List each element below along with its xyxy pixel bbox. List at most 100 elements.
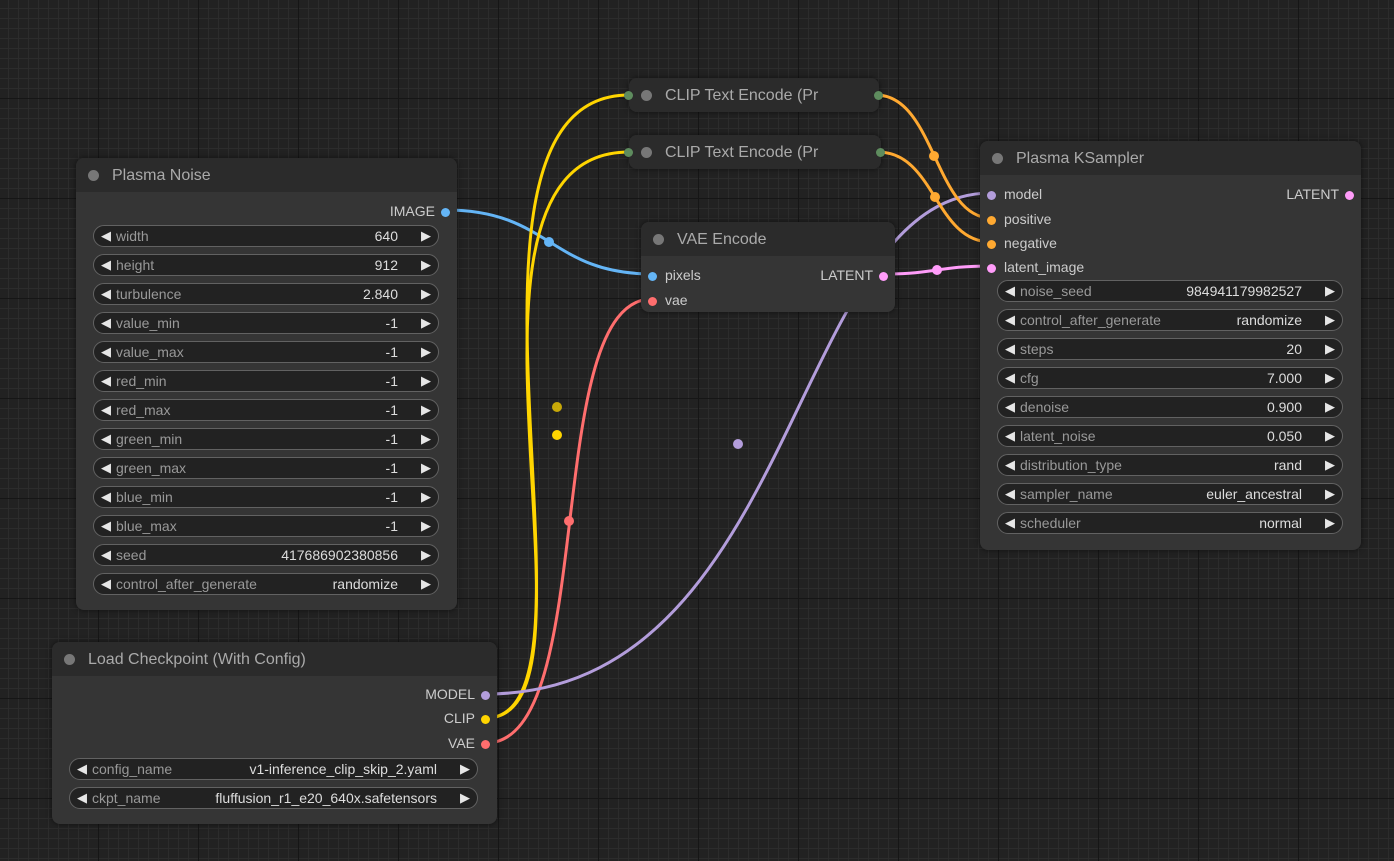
widget-noise-seed[interactable]: ◀ noise_seed 984941179982527 ▶ xyxy=(997,280,1343,302)
widget-width[interactable]: ◀ width 640 ▶ xyxy=(93,225,439,247)
decrement-arrow-icon[interactable]: ◀ xyxy=(101,316,111,330)
decrement-arrow-icon[interactable]: ◀ xyxy=(1005,458,1015,472)
collapse-toggle[interactable] xyxy=(64,654,75,665)
widget-control-after-generate[interactable]: ◀ control_after_generate randomize ▶ xyxy=(93,573,439,595)
widget-blue-min[interactable]: ◀ blue_min -1 ▶ xyxy=(93,486,439,508)
decrement-arrow-icon[interactable]: ◀ xyxy=(101,519,111,533)
collapse-toggle[interactable] xyxy=(641,90,652,101)
widget-green-min[interactable]: ◀ green_min -1 ▶ xyxy=(93,428,439,450)
decrement-arrow-icon[interactable]: ◀ xyxy=(1005,429,1015,443)
input-slot-latent-image[interactable]: latent_image xyxy=(987,259,1084,275)
slot-dot[interactable] xyxy=(987,216,996,225)
decrement-arrow-icon[interactable]: ◀ xyxy=(1005,284,1015,298)
collapse-toggle[interactable] xyxy=(88,170,99,181)
increment-arrow-icon[interactable]: ▶ xyxy=(1325,429,1335,443)
increment-arrow-icon[interactable]: ▶ xyxy=(421,490,431,504)
decrement-arrow-icon[interactable]: ◀ xyxy=(1005,400,1015,414)
increment-arrow-icon[interactable]: ▶ xyxy=(1325,342,1335,356)
decrement-arrow-icon[interactable]: ◀ xyxy=(101,577,111,591)
widget-cfg[interactable]: ◀ cfg 7.000 ▶ xyxy=(997,367,1343,389)
node-title-bar[interactable]: Plasma KSampler xyxy=(980,141,1361,175)
node-title-bar[interactable]: VAE Encode xyxy=(641,222,895,256)
increment-arrow-icon[interactable]: ▶ xyxy=(421,548,431,562)
output-slot-vae[interactable]: VAE xyxy=(448,735,490,751)
node-title-bar[interactable]: Load Checkpoint (With Config) xyxy=(52,642,497,676)
decrement-arrow-icon[interactable]: ◀ xyxy=(77,762,87,776)
slot-dot[interactable] xyxy=(1345,191,1354,200)
increment-arrow-icon[interactable]: ▶ xyxy=(421,461,431,475)
decrement-arrow-icon[interactable]: ◀ xyxy=(101,258,111,272)
widget-steps[interactable]: ◀ steps 20 ▶ xyxy=(997,338,1343,360)
decrement-arrow-icon[interactable]: ◀ xyxy=(1005,313,1015,327)
decrement-arrow-icon[interactable]: ◀ xyxy=(101,287,111,301)
widget-red-min[interactable]: ◀ red_min -1 ▶ xyxy=(93,370,439,392)
node-plasma-ksampler[interactable]: Plasma KSampler model positive negative … xyxy=(980,141,1361,550)
node-title-bar[interactable]: CLIP Text Encode (Pr xyxy=(629,78,879,112)
decrement-arrow-icon[interactable]: ◀ xyxy=(101,229,111,243)
collapse-toggle[interactable] xyxy=(641,147,652,158)
node-title-bar[interactable]: CLIP Text Encode (Pr xyxy=(629,135,881,169)
input-dot-clip[interactable] xyxy=(624,91,633,100)
increment-arrow-icon[interactable]: ▶ xyxy=(460,791,470,805)
node-title-bar[interactable]: Plasma Noise xyxy=(76,158,457,192)
increment-arrow-icon[interactable]: ▶ xyxy=(421,432,431,446)
input-slot-pixels[interactable]: pixels xyxy=(648,267,701,283)
increment-arrow-icon[interactable]: ▶ xyxy=(1325,313,1335,327)
slot-dot[interactable] xyxy=(879,272,888,281)
widget-value-max[interactable]: ◀ value_max -1 ▶ xyxy=(93,341,439,363)
decrement-arrow-icon[interactable]: ◀ xyxy=(1005,371,1015,385)
widget-blue-max[interactable]: ◀ blue_max -1 ▶ xyxy=(93,515,439,537)
output-slot-latent[interactable]: LATENT xyxy=(820,267,888,283)
increment-arrow-icon[interactable]: ▶ xyxy=(1325,458,1335,472)
increment-arrow-icon[interactable]: ▶ xyxy=(1325,371,1335,385)
input-dot-clip[interactable] xyxy=(624,148,633,157)
decrement-arrow-icon[interactable]: ◀ xyxy=(77,791,87,805)
input-slot-positive[interactable]: positive xyxy=(987,211,1051,227)
increment-arrow-icon[interactable]: ▶ xyxy=(460,762,470,776)
increment-arrow-icon[interactable]: ▶ xyxy=(421,316,431,330)
increment-arrow-icon[interactable]: ▶ xyxy=(1325,516,1335,530)
increment-arrow-icon[interactable]: ▶ xyxy=(421,287,431,301)
slot-dot[interactable] xyxy=(481,740,490,749)
increment-arrow-icon[interactable]: ▶ xyxy=(1325,400,1335,414)
increment-arrow-icon[interactable]: ▶ xyxy=(421,345,431,359)
widget-turbulence[interactable]: ◀ turbulence 2.840 ▶ xyxy=(93,283,439,305)
increment-arrow-icon[interactable]: ▶ xyxy=(1325,284,1335,298)
increment-arrow-icon[interactable]: ▶ xyxy=(421,258,431,272)
decrement-arrow-icon[interactable]: ◀ xyxy=(101,548,111,562)
decrement-arrow-icon[interactable]: ◀ xyxy=(1005,516,1015,530)
slot-dot[interactable] xyxy=(481,715,490,724)
decrement-arrow-icon[interactable]: ◀ xyxy=(101,432,111,446)
decrement-arrow-icon[interactable]: ◀ xyxy=(1005,342,1015,356)
node-clip-text-encode-2[interactable]: CLIP Text Encode (Pr xyxy=(624,135,885,169)
slot-dot[interactable] xyxy=(441,208,450,217)
collapse-toggle[interactable] xyxy=(653,234,664,245)
widget-config-name[interactable]: ◀ config_name v1-inference_clip_skip_2.yam… xyxy=(69,758,478,780)
node-load-checkpoint[interactable]: Load Checkpoint (With Config) MODEL CLIP… xyxy=(52,642,497,824)
increment-arrow-icon[interactable]: ▶ xyxy=(421,374,431,388)
decrement-arrow-icon[interactable]: ◀ xyxy=(101,345,111,359)
widget-control-after-generate[interactable]: ◀ control_after_generate randomize ▶ xyxy=(997,309,1343,331)
increment-arrow-icon[interactable]: ▶ xyxy=(421,519,431,533)
slot-dot[interactable] xyxy=(987,240,996,249)
widget-sampler-name[interactable]: ◀ sampler_name euler_ancestral ▶ xyxy=(997,483,1343,505)
widget-value-min[interactable]: ◀ value_min -1 ▶ xyxy=(93,312,439,334)
decrement-arrow-icon[interactable]: ◀ xyxy=(101,374,111,388)
slot-dot[interactable] xyxy=(987,191,996,200)
output-slot-latent[interactable]: LATENT xyxy=(1286,186,1354,202)
output-dot-conditioning[interactable] xyxy=(874,91,883,100)
widget-height[interactable]: ◀ height 912 ▶ xyxy=(93,254,439,276)
widget-green-max[interactable]: ◀ green_max -1 ▶ xyxy=(93,457,439,479)
widget-distribution-type[interactable]: ◀ distribution_type rand ▶ xyxy=(997,454,1343,476)
output-dot-conditioning[interactable] xyxy=(876,148,885,157)
output-slot-image[interactable]: IMAGE xyxy=(390,203,450,219)
decrement-arrow-icon[interactable]: ◀ xyxy=(101,490,111,504)
widget-red-max[interactable]: ◀ red_max -1 ▶ xyxy=(93,399,439,421)
input-slot-negative[interactable]: negative xyxy=(987,235,1057,251)
widget-denoise[interactable]: ◀ denoise 0.900 ▶ xyxy=(997,396,1343,418)
increment-arrow-icon[interactable]: ▶ xyxy=(421,229,431,243)
node-clip-text-encode-1[interactable]: CLIP Text Encode (Pr xyxy=(624,78,883,112)
widget-seed[interactable]: ◀ seed 417686902380856 ▶ xyxy=(93,544,439,566)
output-slot-model[interactable]: MODEL xyxy=(425,686,490,702)
increment-arrow-icon[interactable]: ▶ xyxy=(1325,487,1335,501)
